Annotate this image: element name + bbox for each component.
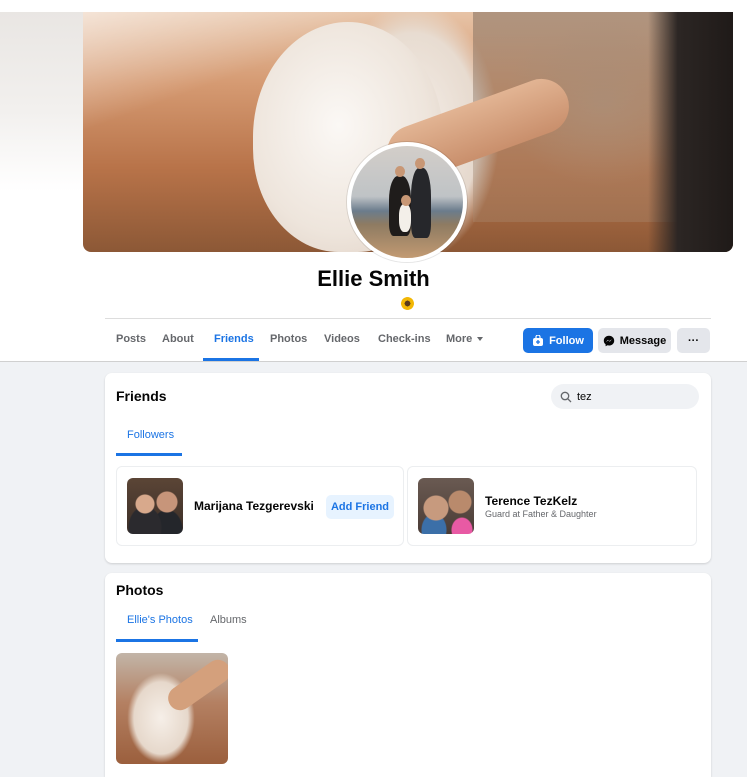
follow-button[interactable]: Follow (523, 328, 593, 353)
caret-down-icon (477, 337, 484, 342)
avatar-head (415, 158, 425, 169)
friends-title: Friends (116, 388, 167, 404)
tab-more[interactable]: More (446, 333, 484, 345)
message-button[interactable]: Message (598, 328, 671, 353)
tab-albums[interactable]: Albums (210, 614, 247, 626)
active-subtab-indicator (116, 453, 182, 456)
header-background (0, 12, 83, 192)
friend-name[interactable]: Marijana Tezgerevski (194, 499, 314, 513)
more-options-button[interactable]: ··· (677, 328, 710, 353)
active-subtab-indicator (116, 639, 198, 642)
sunflower-icon (401, 297, 414, 310)
message-label: Message (619, 334, 667, 347)
friend-name[interactable]: Terence TezKelz (485, 494, 577, 508)
friend-workplace: Guard at Father & Daughter (485, 509, 597, 519)
tab-posts[interactable]: Posts (116, 333, 146, 345)
add-friend-button[interactable]: Add Friend (326, 495, 394, 519)
photos-card: Photos Ellie's Photos Albums (105, 573, 711, 777)
avatar-head (401, 195, 411, 206)
tab-ellies-photos[interactable]: Ellie's Photos (127, 614, 193, 626)
search-input[interactable] (577, 390, 687, 403)
friend-card: Terence TezKelz Guard at Father & Daught… (407, 466, 697, 546)
avatar-figure (399, 204, 411, 232)
tab-check-ins[interactable]: Check-ins (378, 333, 431, 345)
photo-thumbnail[interactable] (116, 653, 228, 764)
tab-more-label: More (446, 333, 473, 345)
friend-card: Marijana Tezgerevski Add Friend (116, 466, 404, 546)
tab-followers[interactable]: Followers (127, 429, 174, 441)
tab-friends[interactable]: Friends (214, 333, 254, 345)
divider (105, 318, 711, 319)
photo-arm (163, 655, 228, 715)
cover-person-shadow (648, 12, 733, 252)
tab-about[interactable]: About (162, 333, 194, 345)
avatar-figure (411, 168, 431, 238)
profile-header: Ellie Smith Posts About Friends Photos V… (0, 0, 747, 362)
divider (0, 361, 747, 362)
follow-plus-icon (533, 334, 544, 346)
photos-title: Photos (116, 582, 164, 598)
profile-name: Ellie Smith (317, 266, 430, 291)
friend-photo[interactable] (418, 478, 474, 534)
tab-photos[interactable]: Photos (270, 333, 307, 345)
avatar-head (395, 166, 405, 177)
friend-photo[interactable] (127, 478, 183, 534)
friend-search[interactable] (551, 384, 699, 409)
profile-picture[interactable] (347, 142, 467, 262)
follow-label: Follow (549, 334, 584, 347)
search-icon (560, 391, 572, 402)
tab-videos[interactable]: Videos (324, 333, 360, 345)
messenger-icon (603, 335, 614, 346)
friends-card: Friends Followers Marijana Tezgerevski A… (105, 373, 711, 563)
